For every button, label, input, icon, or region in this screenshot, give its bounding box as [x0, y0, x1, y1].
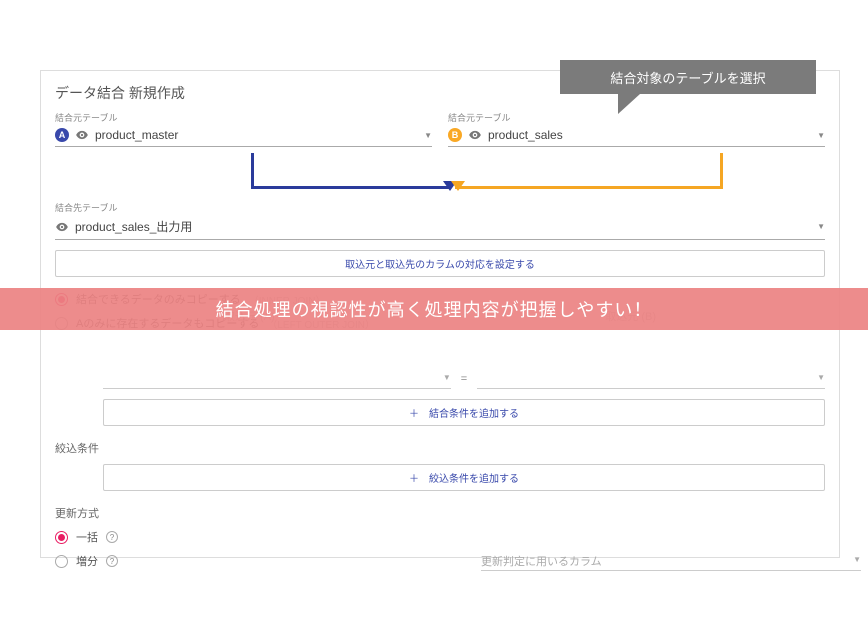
- radio-diff[interactable]: [55, 555, 68, 568]
- arrow-orange-icon: [455, 153, 723, 189]
- arrow-head-orange-icon: [451, 181, 465, 191]
- source-b-column: 結合元テーブル B product_sales: [448, 111, 825, 147]
- callout-tooltip: 結合対象のテーブルを選択: [560, 60, 816, 94]
- source-b-value: product_sales: [488, 128, 825, 142]
- callout-tail-icon: [618, 94, 640, 114]
- join-arrows-diagram: [55, 153, 825, 197]
- banner-text: 結合処理の視認性が高く処理内容が把握しやすい！: [216, 296, 653, 322]
- source-a-value: product_master: [95, 128, 432, 142]
- badge-a-icon: A: [55, 128, 69, 142]
- badge-b-icon: B: [448, 128, 462, 142]
- update-bulk-row[interactable]: 一括 ?: [41, 525, 839, 549]
- dest-table-block: 結合先テーブル product_sales_出力用: [41, 201, 839, 246]
- source-b-select[interactable]: B product_sales: [448, 126, 825, 147]
- join-condition-row: =: [41, 367, 839, 395]
- source-a-column: 結合元テーブル A product_master: [55, 111, 432, 147]
- add-filter-condition-button[interactable]: ＋ 絞込条件を追加する: [103, 464, 825, 491]
- join-cond-a-select[interactable]: [103, 369, 451, 389]
- source-a-select[interactable]: A product_master: [55, 126, 432, 147]
- help-icon[interactable]: ?: [106, 531, 118, 543]
- update-diff-row[interactable]: 増分 ? 更新判定に用いるカラム: [41, 549, 839, 573]
- arrow-blue-icon: [251, 153, 449, 189]
- overlay-banner: 結合処理の視認性が高く処理内容が把握しやすい！: [0, 288, 868, 330]
- add-join-condition-button[interactable]: ＋ 結合条件を追加する: [103, 399, 825, 426]
- update-column-placeholder: 更新判定に用いるカラム: [481, 556, 602, 568]
- filter-section-label: 絞込条件: [41, 434, 839, 460]
- eye-icon[interactable]: [55, 220, 69, 234]
- configure-columns-button[interactable]: 取込元と取込先のカラムの対応を設定する: [55, 250, 825, 277]
- eye-icon[interactable]: [468, 128, 482, 142]
- help-icon[interactable]: ?: [106, 555, 118, 567]
- eye-icon[interactable]: [75, 128, 89, 142]
- update-column-select[interactable]: 更新判定に用いるカラム: [481, 551, 861, 571]
- callout-text: 結合対象のテーブルを選択: [610, 68, 765, 87]
- dest-label: 結合先テーブル: [55, 201, 825, 214]
- diff-label: 増分: [76, 553, 98, 569]
- source-a-label: 結合元テーブル: [55, 111, 432, 124]
- source-tables-row: 結合元テーブル A product_master 結合元テーブル B produ…: [41, 111, 839, 153]
- equals-label: =: [461, 373, 467, 385]
- join-cond-b-select[interactable]: [477, 369, 825, 389]
- bulk-label: 一括: [76, 529, 98, 545]
- dest-select[interactable]: product_sales_出力用: [55, 216, 825, 240]
- dest-value: product_sales_出力用: [75, 218, 825, 235]
- update-section-label: 更新方式: [41, 499, 839, 525]
- radio-bulk[interactable]: [55, 531, 68, 544]
